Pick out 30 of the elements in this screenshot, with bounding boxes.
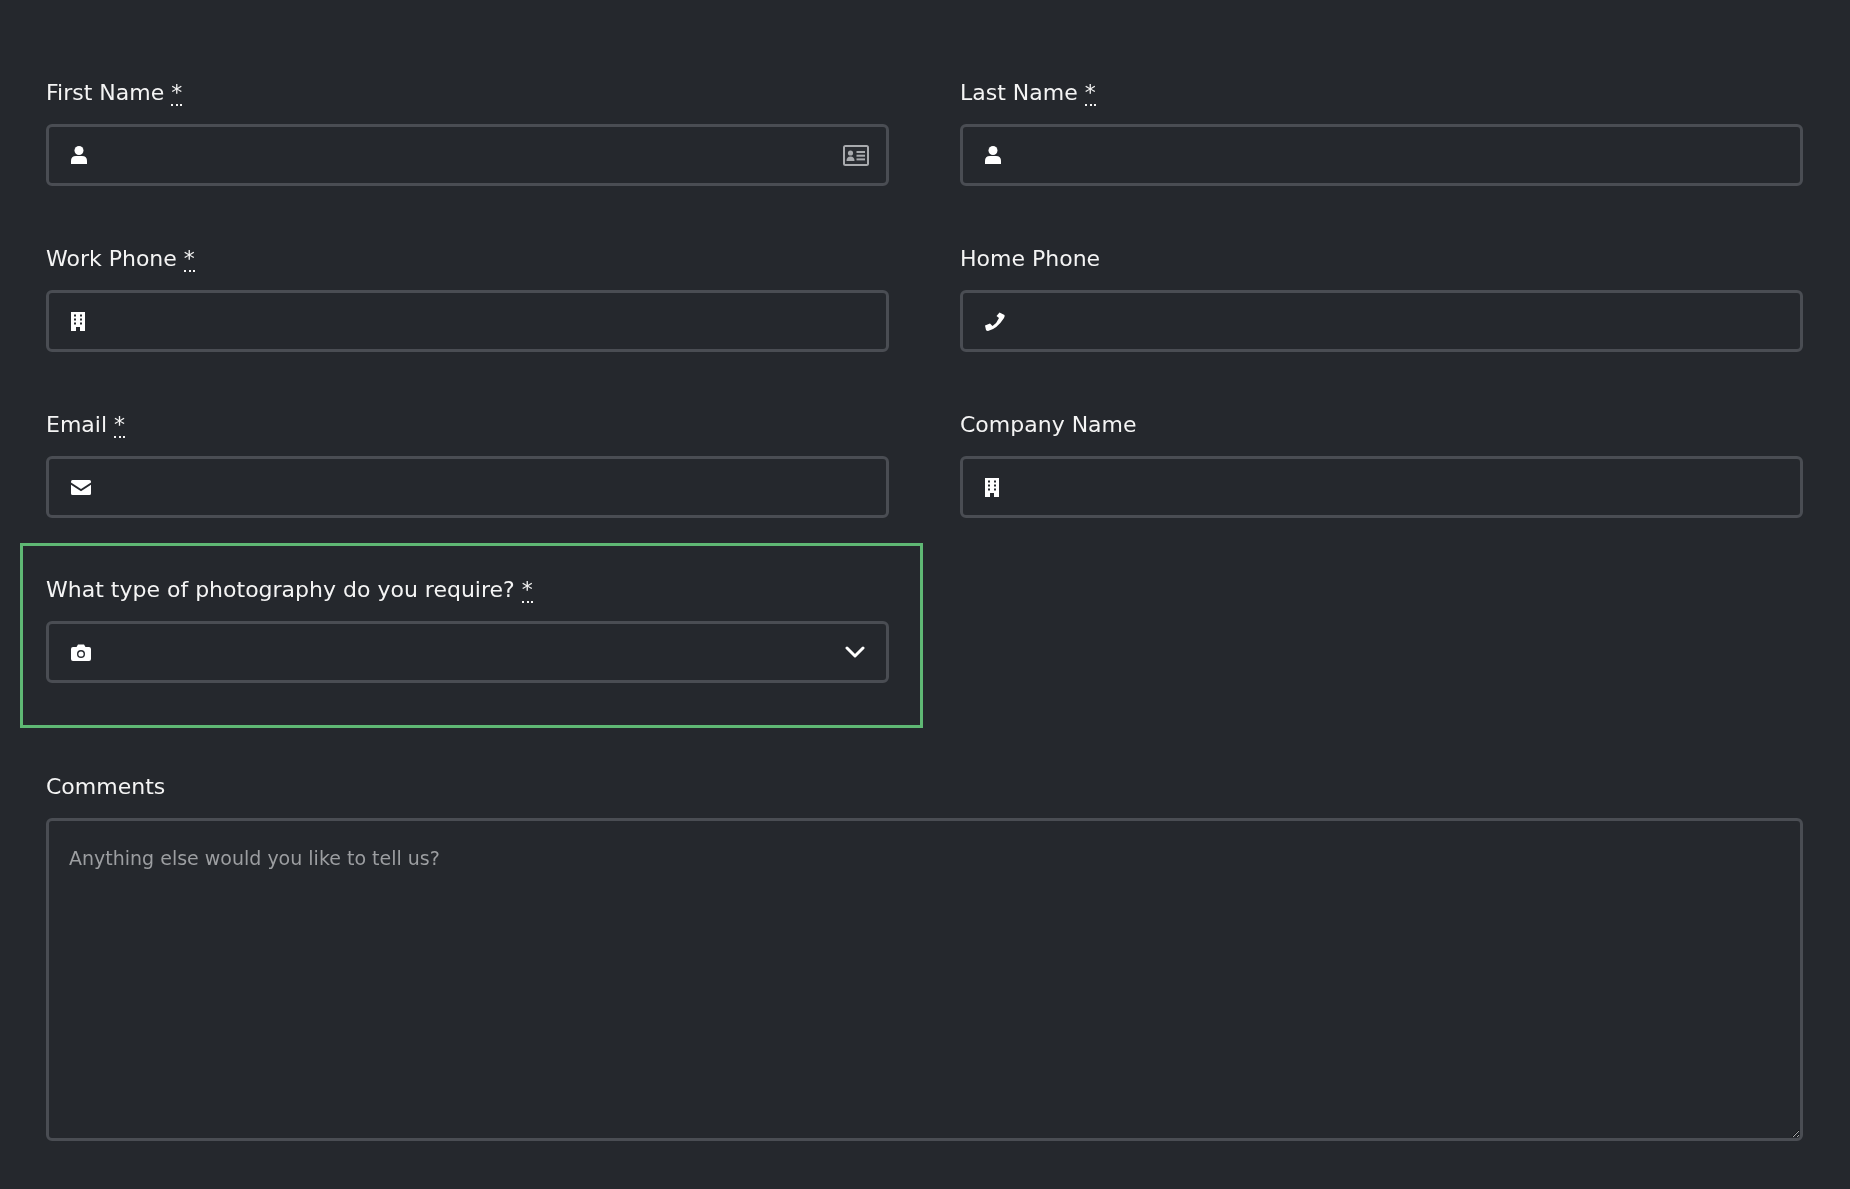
envelope-icon [71, 479, 91, 495]
id-card-icon [843, 144, 869, 166]
chevron-down-icon [845, 646, 865, 658]
person-icon [71, 146, 87, 164]
required-mark: * [183, 248, 195, 272]
select-dropdown[interactable] [46, 621, 889, 683]
field-label: Comments [46, 773, 166, 801]
field-label: Last Name [960, 79, 1078, 107]
text-input[interactable] [960, 456, 1803, 518]
field-label: Email [46, 411, 108, 439]
field-label: Work Phone [46, 245, 177, 273]
building-icon [985, 477, 999, 497]
required-mark: * [521, 579, 533, 603]
required-mark: * [171, 82, 183, 106]
text-input[interactable] [46, 124, 889, 186]
field-label: Home Phone [960, 245, 1101, 273]
person-icon [985, 146, 1001, 164]
field-label: First Name [46, 79, 165, 107]
field-label: What type of photography do you require? [46, 576, 515, 604]
camera-icon [71, 643, 91, 661]
required-mark: * [1084, 82, 1096, 106]
field-label: Company Name [960, 411, 1137, 439]
text-input[interactable] [960, 290, 1803, 352]
comments-textarea[interactable]: Anything else would you like to tell us? [46, 818, 1803, 1141]
text-input[interactable] [960, 124, 1803, 186]
building-icon [71, 311, 85, 331]
phone-icon [985, 311, 1005, 331]
text-input[interactable] [46, 456, 889, 518]
text-input[interactable] [46, 290, 889, 352]
required-mark: * [114, 414, 126, 438]
